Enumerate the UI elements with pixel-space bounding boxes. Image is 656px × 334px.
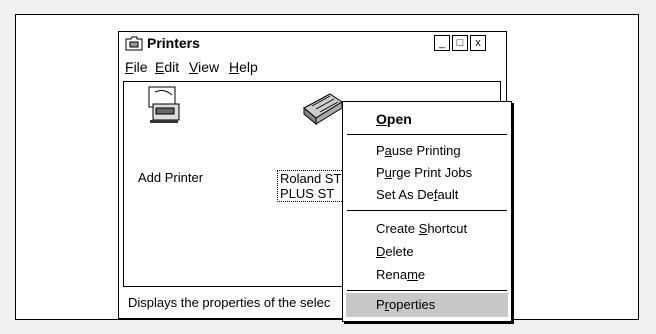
menu-edit[interactable]: Edit bbox=[155, 59, 179, 75]
menu-view[interactable]: View bbox=[189, 59, 219, 75]
add-printer-icon[interactable] bbox=[146, 86, 182, 124]
ctx-pause-printing[interactable]: Pause Printing bbox=[376, 143, 461, 158]
ctx-separator bbox=[347, 290, 507, 291]
ctx-open[interactable]: Open bbox=[376, 111, 412, 127]
ctx-create-shortcut[interactable]: Create Shortcut bbox=[376, 221, 467, 236]
ctx-separator bbox=[347, 210, 507, 211]
menu-bar: File Edit View Help bbox=[119, 56, 506, 76]
minimize-button[interactable]: _ bbox=[434, 35, 450, 51]
printer-icon[interactable] bbox=[300, 88, 346, 128]
printers-folder-icon bbox=[125, 36, 143, 51]
window-title: Printers bbox=[147, 35, 200, 51]
ctx-rename[interactable]: Rename bbox=[376, 267, 425, 282]
ctx-properties[interactable]: Properties bbox=[376, 297, 435, 312]
ctx-set-as-default[interactable]: Set As Default bbox=[376, 187, 458, 202]
roland-label-line2: PLUS ST bbox=[280, 186, 335, 201]
menu-help[interactable]: Help bbox=[229, 59, 258, 75]
ctx-delete[interactable]: Delete bbox=[376, 244, 414, 259]
add-printer-label[interactable]: Add Printer bbox=[138, 170, 203, 185]
maximize-button[interactable]: □ bbox=[452, 35, 468, 51]
roland-printer-label[interactable]: Roland ST PLUS ST bbox=[277, 170, 345, 202]
ctx-separator bbox=[347, 134, 507, 135]
close-button[interactable]: x bbox=[470, 35, 486, 51]
context-menu: Open Pause Printing Purge Print Jobs Set… bbox=[342, 101, 512, 322]
title-bar[interactable]: Printers _ □ x bbox=[119, 32, 506, 54]
roland-label-line1: Roland ST bbox=[280, 171, 342, 186]
ctx-purge-print-jobs[interactable]: Purge Print Jobs bbox=[376, 165, 472, 180]
menu-file[interactable]: File bbox=[125, 59, 148, 75]
